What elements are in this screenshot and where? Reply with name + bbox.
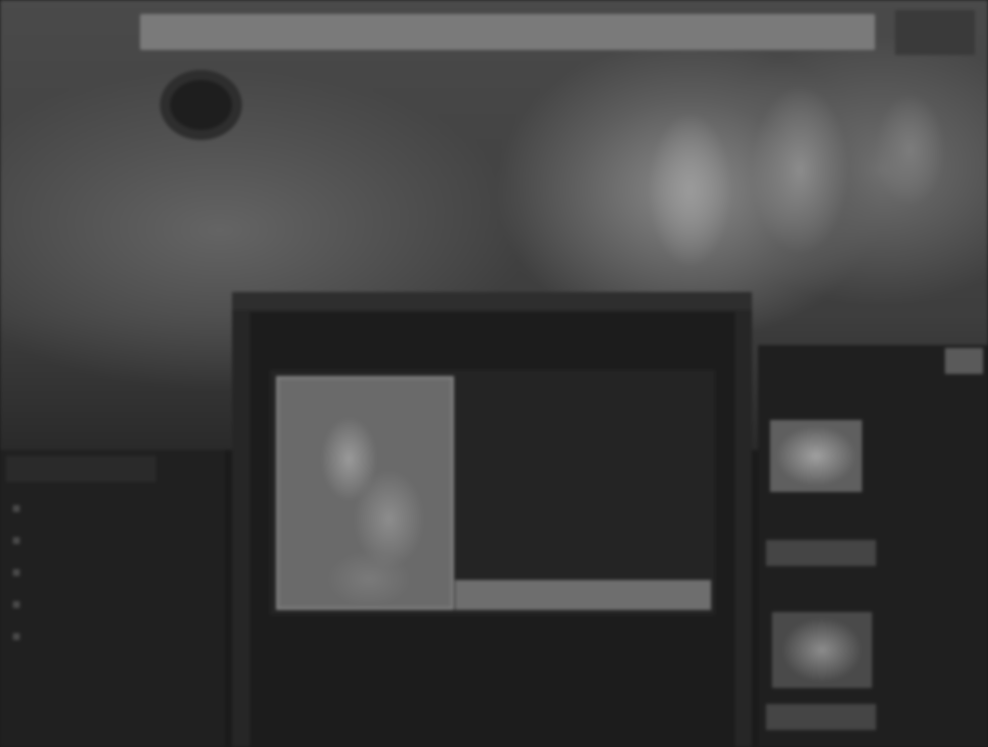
left-sidebar-item[interactable] [12, 628, 212, 642]
thumbnail-button[interactable] [766, 704, 876, 730]
right-sidebar-toggle-button[interactable] [945, 348, 983, 374]
left-sidebar-item[interactable] [12, 532, 212, 546]
top-nav-bar [140, 14, 875, 50]
featured-description [485, 378, 695, 396]
featured-caption-bar [455, 580, 711, 610]
left-sidebar-list [12, 500, 212, 660]
banner-artwork [560, 60, 980, 320]
left-sidebar-item[interactable] [12, 564, 212, 578]
left-sidebar-item[interactable] [12, 500, 212, 514]
thumbnail-image[interactable] [772, 612, 872, 688]
left-sidebar-item[interactable] [12, 596, 212, 610]
logo-ring-icon [160, 70, 242, 140]
left-sidebar-heading [6, 456, 156, 482]
thumbnail-image[interactable] [770, 420, 862, 492]
featured-image[interactable] [276, 376, 454, 610]
corner-emblem [895, 10, 975, 55]
thumbnail-button[interactable] [766, 540, 876, 566]
